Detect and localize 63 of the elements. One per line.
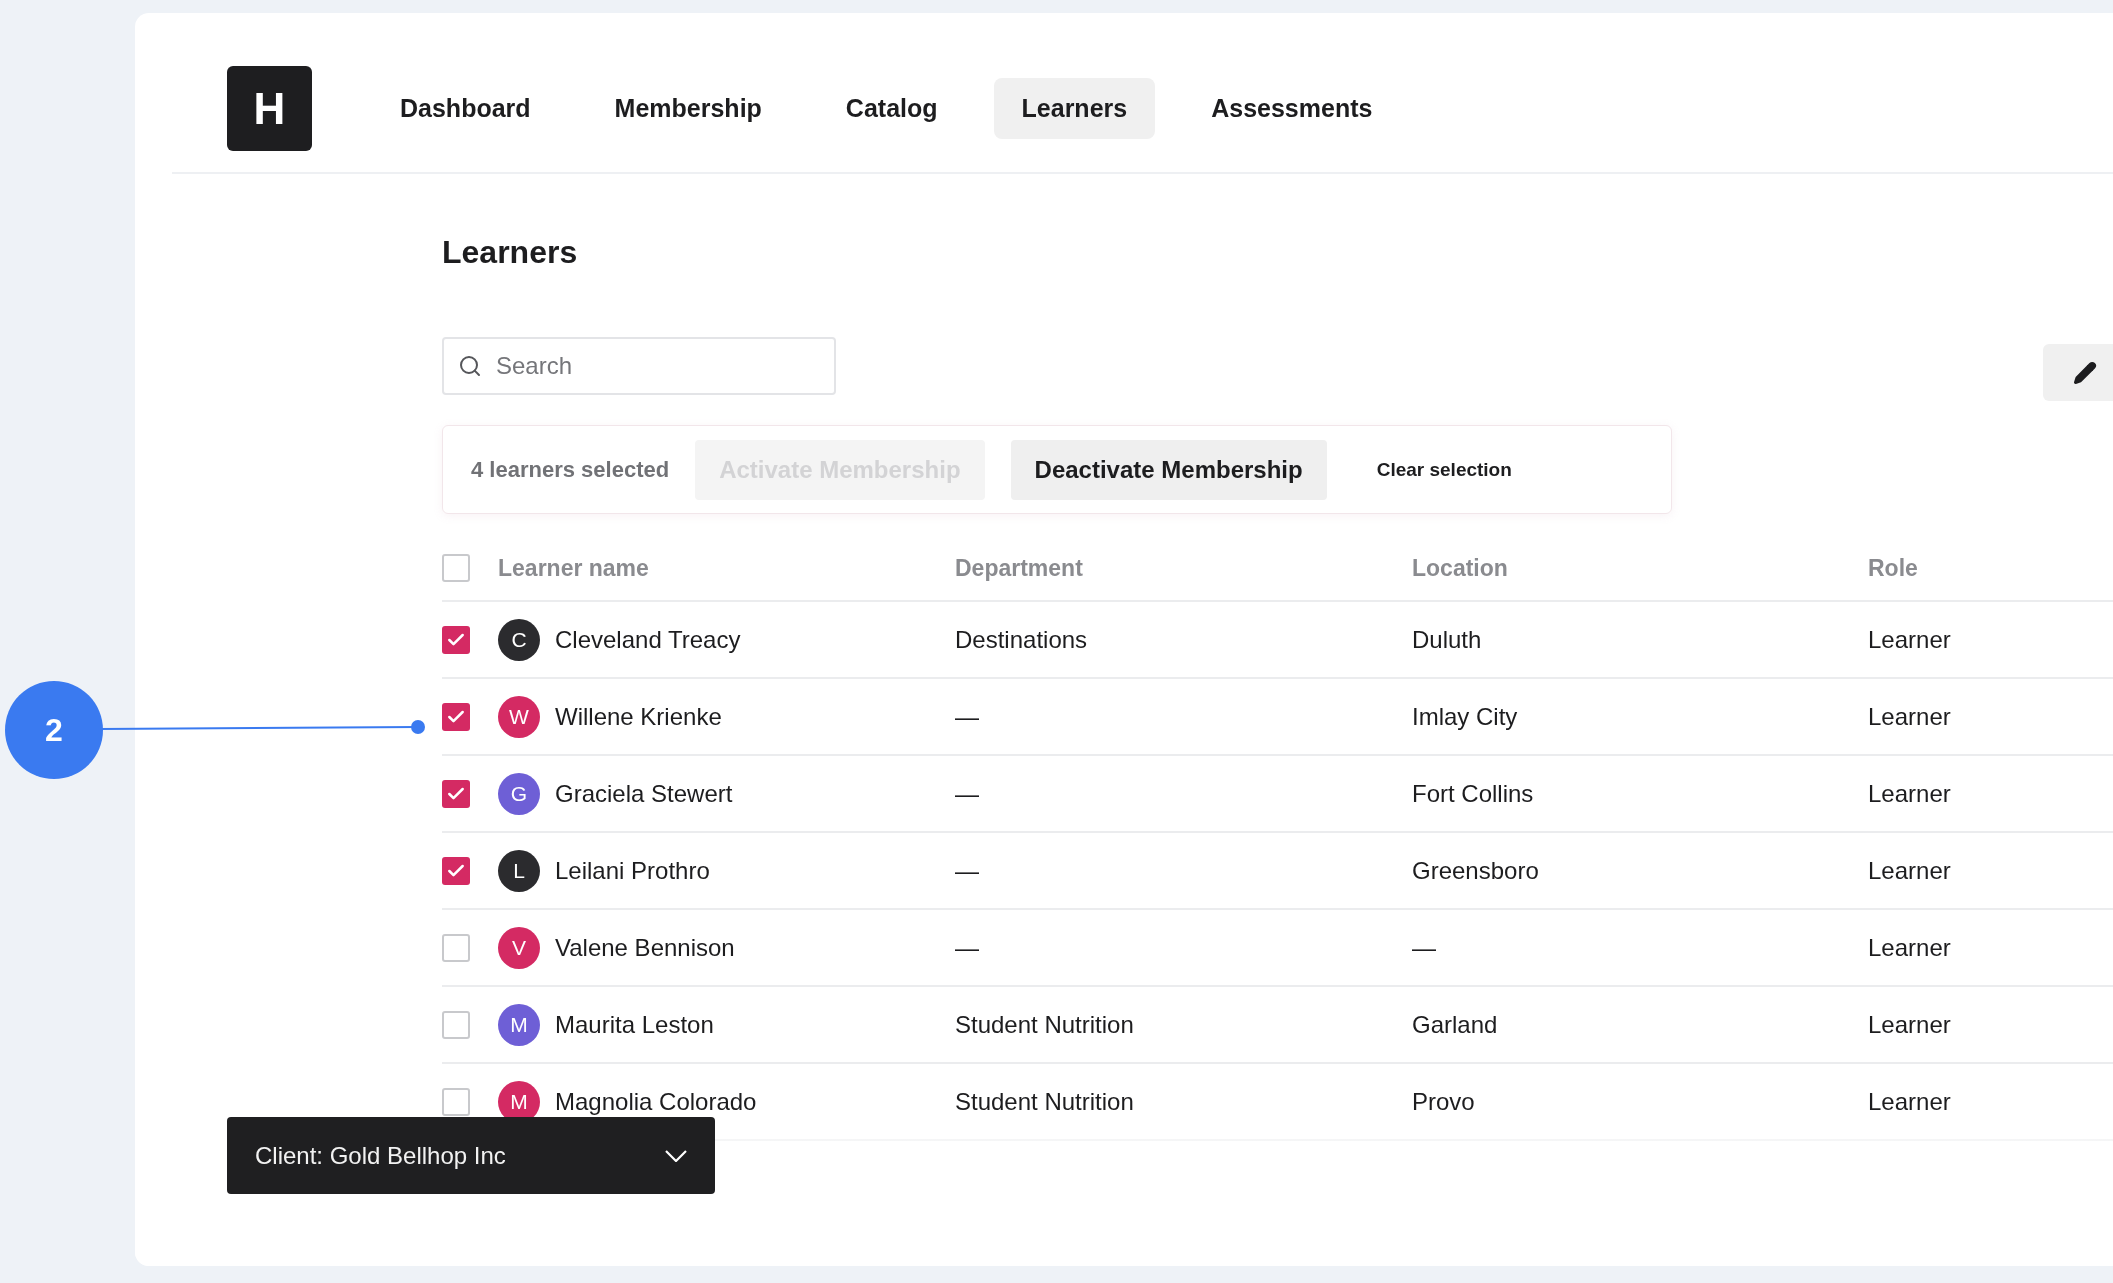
learner-name: Willene Krienke: [555, 702, 722, 731]
chevron-down-icon: [665, 1149, 687, 1162]
row-checkbox[interactable]: [442, 625, 470, 654]
learner-name: Maurita Leston: [555, 1010, 714, 1039]
callout-marker: 2: [5, 681, 103, 779]
table-cell-text: Student Nutrition: [955, 1087, 1135, 1116]
avatar: W: [498, 695, 540, 738]
table-cell-text: —: [955, 933, 980, 962]
select-all-checkbox[interactable]: [442, 554, 470, 582]
learner-name: Valene Bennison: [555, 933, 735, 962]
row-checkbox[interactable]: [442, 779, 470, 808]
nav-tab[interactable]: Catalog: [817, 78, 966, 139]
nav-tab[interactable]: Membership: [586, 78, 790, 139]
table-cell-text: Fort Collins: [1412, 779, 1535, 808]
table-cell-text: Learner: [1868, 933, 1952, 962]
learner-name: Leilani Prothro: [555, 856, 710, 885]
row-checkbox[interactable]: [442, 1010, 470, 1039]
row-checkbox[interactable]: [442, 1087, 470, 1116]
table-cell-text: —: [1412, 933, 1437, 962]
table-cell-text: Learner: [1868, 625, 1952, 654]
table-cell-text: —: [955, 856, 980, 885]
learner-name: Magnolia Colorado: [555, 1087, 757, 1116]
nav-tab[interactable]: Learners: [993, 78, 1156, 139]
search-icon: [458, 354, 482, 378]
action-button[interactable]: Clear selection: [1352, 439, 1536, 500]
avatar: C: [498, 618, 540, 661]
logo[interactable]: H: [227, 66, 312, 151]
table-cell-text: Student Nutrition: [955, 1010, 1135, 1039]
avatar: G: [498, 772, 540, 815]
row-checkbox[interactable]: [442, 933, 470, 962]
selection-count: 4 learners selected: [471, 456, 670, 483]
avatar: V: [498, 926, 540, 969]
column-header: Learner name: [498, 554, 650, 582]
column-header: Department: [955, 554, 1084, 582]
nav-tab[interactable]: Assessments: [1183, 78, 1401, 139]
search-field[interactable]: Search: [442, 337, 836, 395]
edit-button[interactable]: [2043, 344, 2113, 401]
avatar: L: [498, 849, 540, 892]
table-cell-text: —: [955, 702, 980, 731]
column-header: Role: [1868, 554, 1919, 582]
table-cell-text: Learner: [1868, 1010, 1952, 1039]
action-button[interactable]: Deactivate Membership: [1010, 439, 1327, 500]
column-header: Location: [1412, 554, 1509, 582]
table-cell-text: Imlay City: [1412, 702, 1519, 731]
table-cell-text: Greensboro: [1412, 856, 1540, 885]
avatar: M: [498, 1003, 540, 1046]
table-cell-text: Learner: [1868, 702, 1952, 731]
row-checkbox[interactable]: [442, 856, 470, 885]
table-cell-text: Duluth: [1412, 625, 1483, 654]
table-cell-text: Provo: [1412, 1087, 1476, 1116]
table-cell-text: Destinations: [955, 625, 1089, 654]
table-cell-text: Learner: [1868, 856, 1952, 885]
pencil-icon: [2073, 360, 2097, 385]
row-checkbox[interactable]: [442, 702, 470, 731]
table-cell-text: Learner: [1868, 1087, 1952, 1116]
learner-name: Graciela Stewert: [555, 779, 733, 808]
learner-name: Cleveland Treacy: [555, 625, 741, 654]
table-cell-text: Learner: [1868, 779, 1952, 808]
table-cell-text: —: [955, 779, 980, 808]
page-title: Learners: [442, 234, 579, 271]
table-cell-text: Garland: [1412, 1010, 1499, 1039]
client-dropdown[interactable]: Client: Gold Bellhop Inc: [227, 1117, 715, 1194]
nav-tab[interactable]: Dashboard: [372, 78, 559, 139]
